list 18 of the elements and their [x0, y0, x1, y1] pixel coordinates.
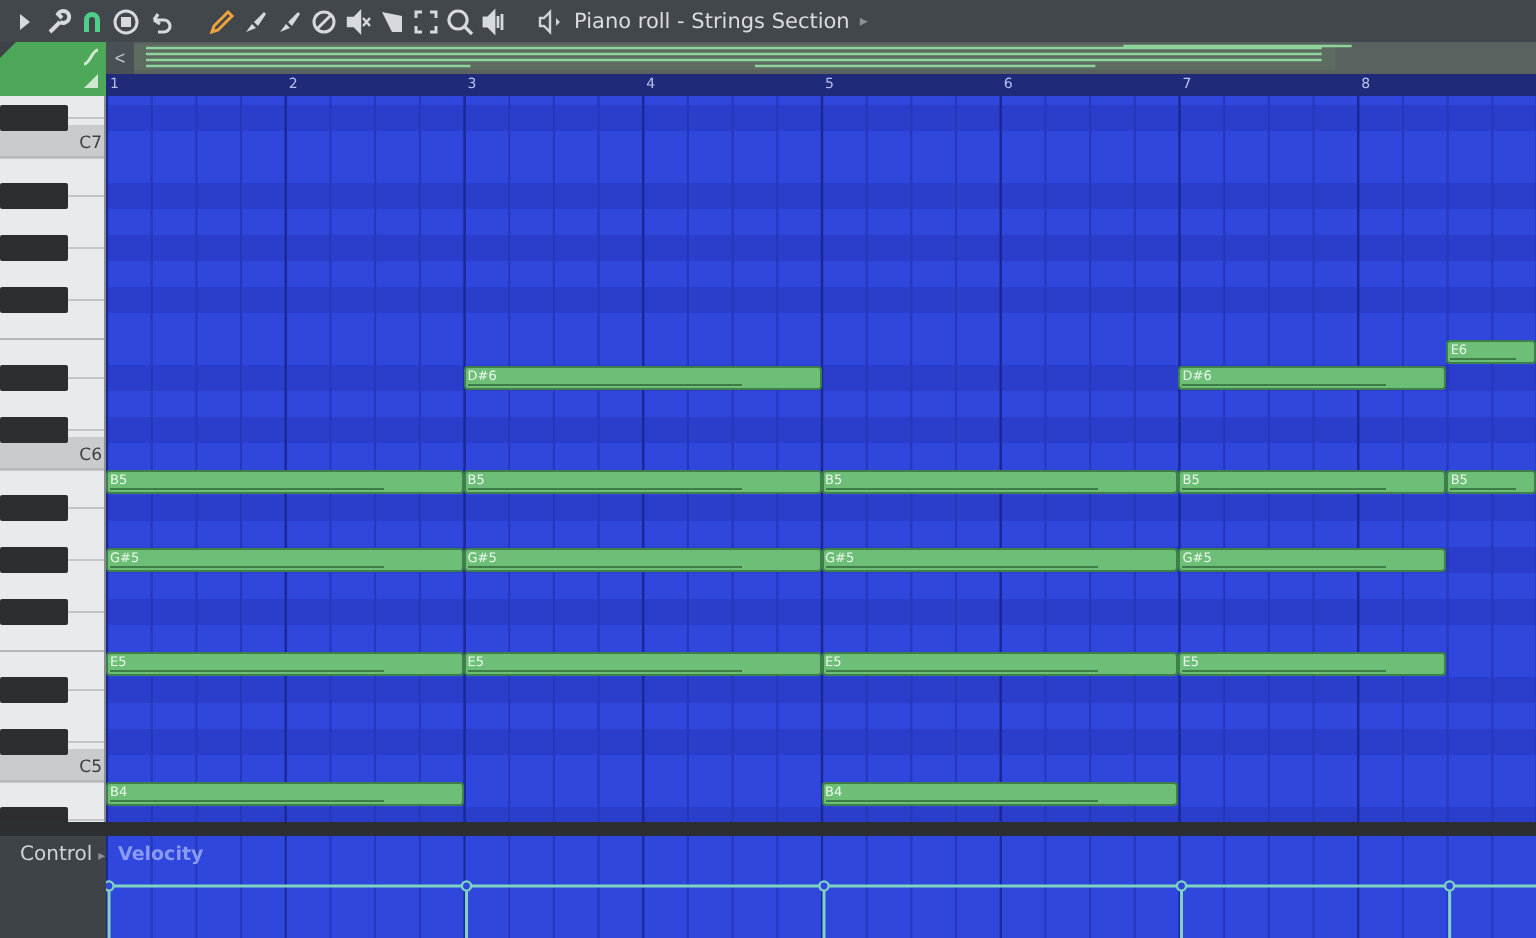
zoom-icon[interactable]	[444, 5, 474, 37]
pattern-overview-drawing[interactable]	[134, 42, 1536, 74]
pencil-icon[interactable]	[206, 5, 236, 37]
octave-label: C6	[79, 443, 102, 469]
parameter-name: Velocity	[118, 842, 204, 870]
title-menu-arrow[interactable]: ▸	[859, 12, 868, 30]
velocity-lane-drawing[interactable]	[106, 836, 1536, 938]
control-label: Control	[20, 842, 93, 870]
window-title: Piano roll - Strings Section	[574, 9, 850, 33]
erase-icon[interactable]	[308, 5, 338, 37]
select-icon[interactable]	[410, 5, 440, 37]
octave-label: C7	[79, 131, 102, 157]
octave-label: C5	[79, 755, 102, 781]
preview-icon[interactable]	[478, 5, 508, 37]
mute-icon[interactable]	[342, 5, 372, 37]
record-icon[interactable]	[110, 5, 140, 37]
speaker-icon[interactable]	[536, 7, 564, 35]
piano-keyboard-drawing[interactable]	[0, 96, 106, 822]
